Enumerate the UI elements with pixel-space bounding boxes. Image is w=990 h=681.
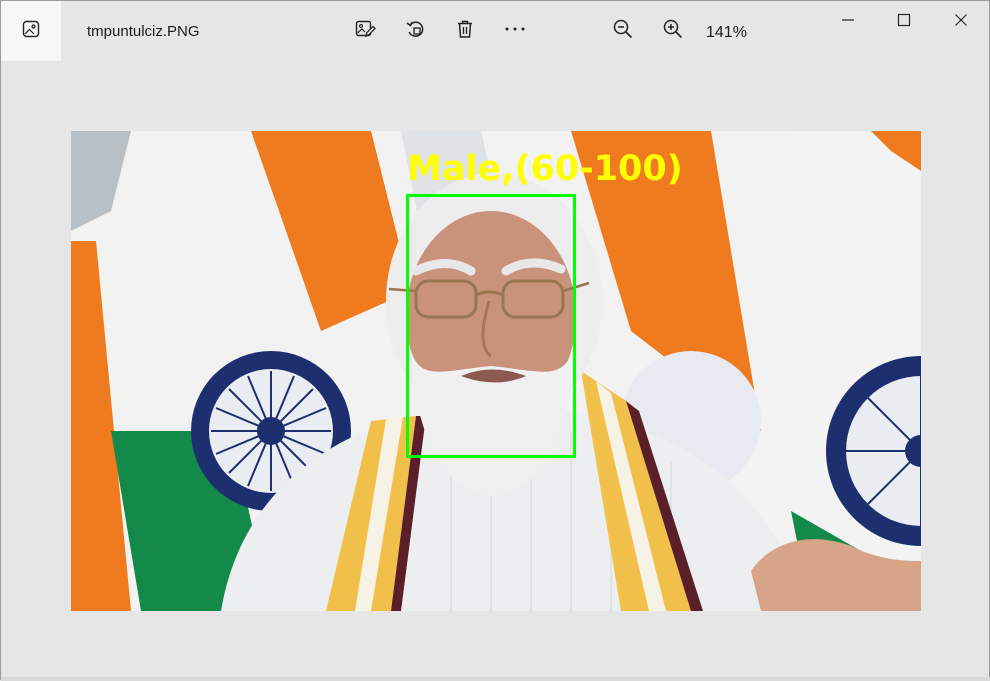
delete-button[interactable] [451,17,479,45]
minimize-button[interactable] [833,9,863,35]
more-options-button[interactable] [501,17,529,45]
edit-image-icon [354,18,376,45]
minimize-icon [841,13,855,32]
zoom-out-button[interactable] [609,17,637,45]
zoom-in-button[interactable] [659,17,687,45]
zoom-in-icon [662,18,684,45]
face-detection-box [406,194,576,458]
zoom-out-icon [612,18,634,45]
file-name: tmpuntulciz.PNG [87,23,200,40]
rotate-button[interactable] [401,17,429,45]
window-bottom-edge [1,677,990,681]
photo-view: Male,(60-100) [71,131,921,611]
zoom-level[interactable]: 141% [706,24,747,42]
maximize-icon [897,13,911,32]
more-icon [503,18,527,45]
maximize-button[interactable] [889,9,919,35]
photos-app-icon [21,19,41,44]
detection-label: Male,(60-100) [407,149,683,189]
photos-app-window: tmpuntulciz.PNG 141% Male,(60-100) [0,0,990,681]
app-icon-box[interactable] [1,1,61,61]
edit-image-button[interactable] [351,17,379,45]
delete-icon [454,18,476,45]
close-icon [954,13,968,32]
title-bar: tmpuntulciz.PNG 141% [1,1,989,62]
rotate-icon [404,18,426,45]
close-button[interactable] [946,9,976,35]
